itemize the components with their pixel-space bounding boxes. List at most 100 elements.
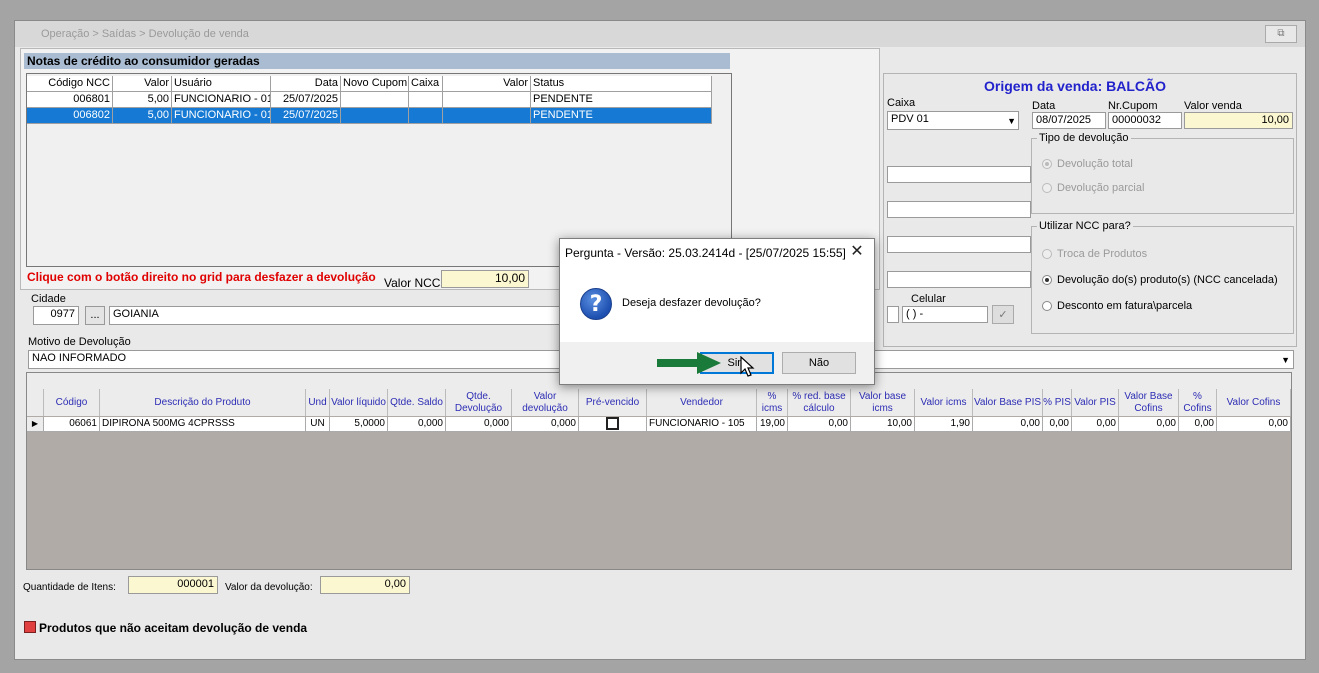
cidade-browse-button[interactable]: ... (85, 306, 105, 325)
cell (443, 108, 531, 124)
valor-nccs-field[interactable]: 10,00 (441, 270, 529, 288)
col-header[interactable]: Novo Cupom (341, 76, 409, 92)
cidade-label: Cidade (31, 293, 66, 305)
products-grid[interactable]: Relação dos produtos Código Descrição do… (26, 372, 1292, 570)
col-header[interactable]: Data (271, 76, 341, 92)
blank-field-2[interactable] (887, 201, 1031, 218)
col-header[interactable]: % Cofins (1179, 389, 1217, 416)
cell: DIPIRONA 500MG 4CPRSSS (100, 417, 306, 432)
cell: FUNCIONARIO - 105 (647, 417, 757, 432)
col-header[interactable]: Código NCC (27, 76, 113, 92)
caixa-select[interactable]: PDV 01 ▼ (887, 111, 1019, 130)
cell: 0,00 (1072, 417, 1119, 432)
valor-devolucao-label: Valor da devolução: (225, 582, 313, 593)
col-header[interactable]: % PIS (1043, 389, 1072, 416)
data-label: Data (1032, 100, 1056, 112)
col-header[interactable]: Valor base icms (851, 389, 915, 416)
col-header[interactable]: % icms (757, 389, 788, 416)
cidade-name-field[interactable]: GOIANIA (109, 306, 569, 325)
col-header[interactable]: Qtde. Saldo (388, 389, 446, 416)
close-icon[interactable]: ✕ (846, 242, 868, 262)
motivo-label: Motivo de Devolução (28, 336, 131, 348)
cell: 5,00 (113, 108, 172, 124)
row-pointer-icon: ▶ (27, 417, 44, 432)
blank-field-1[interactable] (887, 166, 1031, 183)
pre-vencido-checkbox[interactable] (579, 417, 647, 432)
col-header[interactable]: Valor Base Cofins (1119, 389, 1179, 416)
col-header[interactable]: Valor Cofins (1217, 389, 1291, 416)
cursor-icon (740, 356, 755, 377)
cell: 006801 (27, 92, 113, 108)
cell: 0,000 (388, 417, 446, 432)
col-header[interactable]: Valor (113, 76, 172, 92)
col-header[interactable]: Status (531, 76, 712, 92)
col-header[interactable]: Código (44, 389, 100, 416)
celular-label: Celular (911, 293, 946, 305)
valor-devolucao-field[interactable]: 0,00 (320, 576, 410, 594)
col-header[interactable]: Qtde. Devolução (446, 389, 512, 416)
arrow-right-icon (657, 352, 721, 374)
col-header[interactable]: Pré-vencido (579, 389, 647, 416)
radio-icon (1042, 275, 1052, 285)
col-header[interactable]: Usuário (172, 76, 271, 92)
celular-field[interactable]: ( ) - (902, 306, 988, 323)
radio-desconto-fatura[interactable]: Desconto em fatura\parcela (1042, 300, 1192, 312)
col-header[interactable]: Valor icms (915, 389, 973, 416)
col-header[interactable]: % red. base cálculo (788, 389, 851, 416)
restore-button[interactable]: ⧉ (1265, 25, 1297, 43)
cupom-field[interactable]: 00000032 (1108, 112, 1182, 129)
valor-venda-field[interactable]: 10,00 (1184, 112, 1293, 129)
col-header[interactable]: Valor devolução (512, 389, 579, 416)
cell: 006802 (27, 108, 113, 124)
col-header[interactable]: Valor líquido (330, 389, 388, 416)
legend: Produtos que não aceitam devolução de ve… (24, 621, 307, 635)
utilizar-ncc-title: Utilizar NCC para? (1037, 220, 1133, 232)
cidade-code-field[interactable]: 0977 (33, 306, 79, 325)
origin-panel: Origem da venda: BALCÃO Caixa PDV 01 ▼ D… (883, 73, 1297, 347)
radio-devolucao-parcial[interactable]: Devolução parcial (1042, 182, 1144, 194)
col-header[interactable]: Descrição do Produto (100, 389, 306, 416)
table-row[interactable]: 006801 5,00 FUNCIONARIO - 01 25/07/2025 … (27, 92, 712, 108)
check-button[interactable]: ✓ (992, 305, 1014, 324)
radio-ncc-cancelada[interactable]: Devolução do(s) produto(s) (NCC cancelad… (1042, 274, 1278, 286)
table-row-selected[interactable]: 006802 5,00 FUNCIONARIO - 01 25/07/2025 … (27, 108, 712, 124)
cell: PENDENTE (531, 92, 712, 108)
celular-prefix-field[interactable] (887, 306, 899, 323)
chevron-down-icon: ▼ (1281, 355, 1290, 365)
check-icon: ✓ (998, 309, 1008, 321)
chevron-down-icon: ▼ (1007, 116, 1016, 126)
cell: 25/07/2025 (271, 92, 341, 108)
products-header: Código Descrição do Produto Und Valor lí… (27, 389, 1291, 416)
window-titlebar: Operação > Saídas > Devolução de venda ⧉ (15, 21, 1305, 47)
checkbox-icon (606, 417, 619, 430)
table-row[interactable]: ▶ 06061 DIPIRONA 500MG 4CPRSSS UN 5,0000… (27, 417, 1291, 432)
cell (409, 92, 443, 108)
col-header[interactable]: Vendedor (647, 389, 757, 416)
cell: 19,00 (757, 417, 788, 432)
col-header[interactable]: Valor PIS (1072, 389, 1119, 416)
cell (443, 92, 531, 108)
col-header[interactable]: Caixa (409, 76, 443, 92)
cell: 0,00 (1217, 417, 1291, 432)
cell (341, 92, 409, 108)
tipo-devolucao-group: Tipo de devolução Devolução total Devolu… (1031, 132, 1294, 214)
cell (341, 108, 409, 124)
radio-devolucao-total[interactable]: Devolução total (1042, 158, 1133, 170)
col-header[interactable]: Valor (443, 76, 531, 92)
cell (409, 108, 443, 124)
caixa-label: Caixa (887, 97, 916, 109)
col-header[interactable]: Und (306, 389, 330, 416)
valor-venda-label: Valor venda (1184, 100, 1242, 112)
dialog-titlebar: Pergunta - Versão: 25.03.2414d - [25/07/… (560, 239, 874, 267)
qtd-itens-field[interactable]: 000001 (128, 576, 218, 594)
cupom-label: Nr.Cupom (1108, 100, 1158, 112)
cell: 1,90 (915, 417, 973, 432)
data-field[interactable]: 08/07/2025 (1032, 112, 1106, 129)
col-header[interactable]: Valor Base PIS (973, 389, 1043, 416)
legend-swatch (24, 621, 36, 633)
ncc-panel-title: Notas de crédito ao consumidor geradas (24, 53, 730, 69)
no-button[interactable]: Não (782, 352, 856, 374)
blank-field-4[interactable] (887, 271, 1031, 288)
blank-field-3[interactable] (887, 236, 1031, 253)
radio-troca-produtos[interactable]: Troca de Produtos (1042, 248, 1147, 260)
